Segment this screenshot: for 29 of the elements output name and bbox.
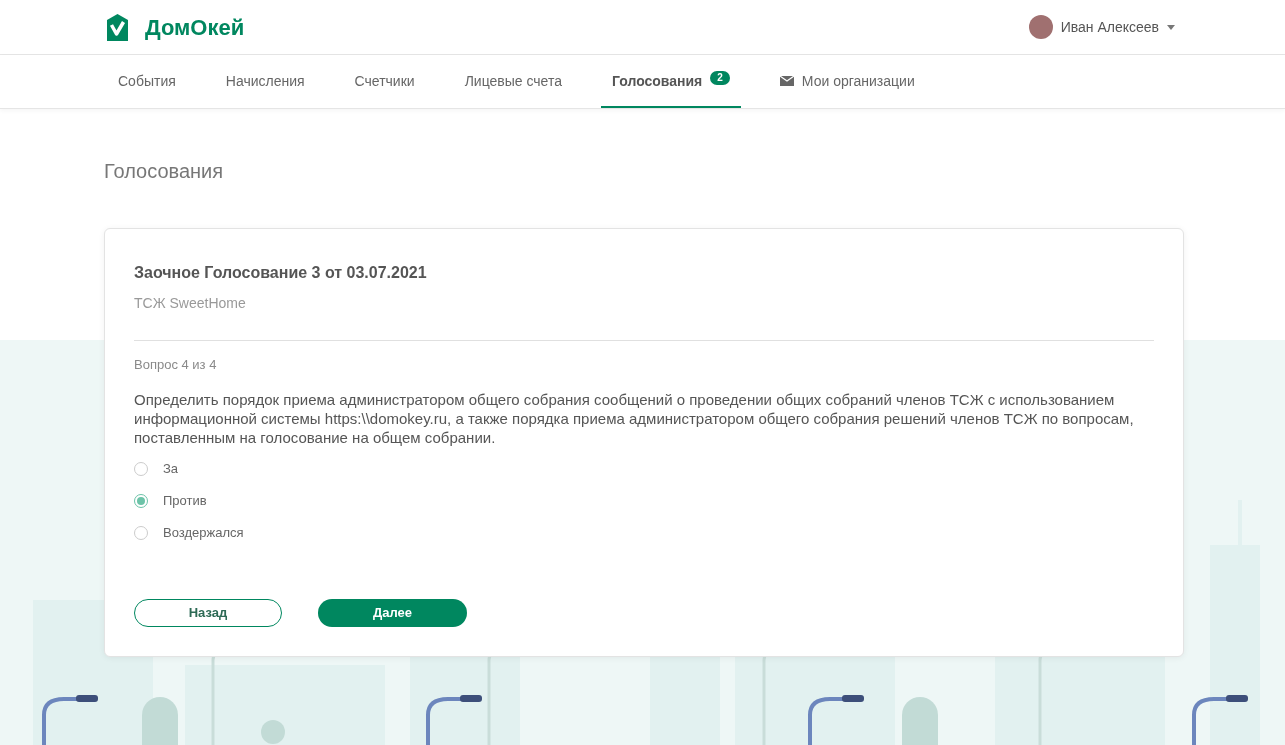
next-button[interactable]: Далее [318, 598, 467, 627]
question-number: Вопрос 4 из 4 [134, 356, 218, 374]
caret-icon [1167, 24, 1175, 30]
tab-label: Мои организации [801, 71, 915, 91]
vote-title: Заочное Голосование 3 от 03.07.2021 [134, 263, 428, 283]
nav-tab[interactable]: Голосования 2 [601, 55, 741, 108]
nav-tab[interactable]: События [107, 55, 187, 108]
answer-option[interactable]: За [134, 452, 1154, 485]
nav-tab[interactable]: Счетчики [343, 55, 426, 108]
answer-option[interactable]: Воздержался [134, 516, 1154, 549]
logo-icon [104, 13, 131, 41]
user-menu[interactable]: Иван Алексеев [1028, 15, 1175, 39]
nav-tab[interactable]: Начисления [214, 55, 316, 108]
question-text: Определить порядок приема администратором общего собрания сообщений о проведении общих собраний членов ТСЖ с использованием информационной системы https:\\domokey.ru, а также порядка приема администратором общего собрания решений членов ТСЖ по вопросам, поставленным на голосование на общем собрании. [134, 389, 1135, 447]
mail-icon [779, 75, 794, 86]
back-button[interactable]: Назад [134, 598, 282, 627]
tab-label: События [118, 71, 176, 91]
tab-label: Счетчики [354, 71, 415, 91]
count-badge: 2 [710, 70, 730, 85]
tab-label: Лицевые счета [464, 71, 562, 91]
organization-name: ТСЖ SweetHome [134, 294, 247, 313]
tab-label: Начисления [225, 71, 305, 91]
logo-text[interactable]: ДомОкей [145, 10, 245, 44]
answer-option[interactable]: Против [134, 484, 1154, 517]
page-title: Голосования [104, 159, 225, 184]
nav-tab[interactable]: Лицевые счета [453, 55, 573, 108]
nav-tab[interactable]: Мои организации [768, 55, 926, 108]
tab-label: Голосования [612, 71, 703, 91]
avatar [1028, 15, 1053, 39]
